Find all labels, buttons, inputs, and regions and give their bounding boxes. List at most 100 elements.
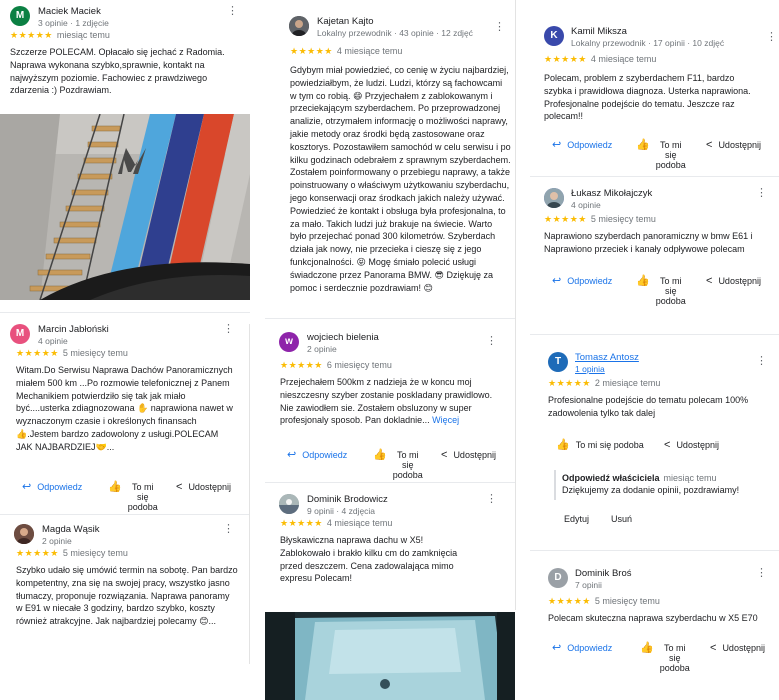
share-button[interactable]: < Udostępnij xyxy=(664,440,719,451)
share-button[interactable]: < Udostępnij xyxy=(441,450,496,461)
review-text: Naprawiono szyberdach panoramiczny w bmw… xyxy=(544,231,753,254)
share-button[interactable]: < Udostępnij xyxy=(176,482,231,493)
edit-button[interactable]: Edytuj xyxy=(564,514,589,524)
review-text: Szczerze POLECAM. Opłacało się jechać z … xyxy=(10,47,225,96)
divider xyxy=(0,514,250,515)
column-divider xyxy=(515,0,516,610)
share-button[interactable]: < Udostępnij xyxy=(710,643,765,654)
share-label: Udostępnij xyxy=(188,482,231,492)
like-button[interactable]: 👍 To mi się podoba xyxy=(556,440,644,451)
review-rating: ★★★★★ 4 miesiące temu xyxy=(265,46,515,60)
review-column-1: M Maciek Maciek 3 opinie · 1 zdjęcie ⋮ ★… xyxy=(0,0,250,700)
share-button[interactable]: < Udostępnij xyxy=(706,140,761,151)
like-button[interactable]: 👍 To mi się podoba xyxy=(636,276,686,307)
like-label: To mi się podoba xyxy=(392,450,423,480)
avatar[interactable] xyxy=(289,16,309,36)
share-label: Udostępnij xyxy=(722,643,765,653)
reviewer-meta: 4 opinie xyxy=(38,336,68,346)
reviewer-meta[interactable]: 1 opinia xyxy=(575,364,605,374)
star-rating: ★★★★★ xyxy=(290,46,333,56)
review-rating: ★★★★★ 4 miesiące temu xyxy=(265,518,515,532)
like-button[interactable]: 👍 To mi się podoba xyxy=(636,140,686,171)
more-vert-icon[interactable]: ⋮ xyxy=(766,32,777,43)
more-vert-icon[interactable]: ⋮ xyxy=(223,324,234,335)
like-button[interactable]: 👍 To mi się podoba xyxy=(640,643,690,674)
reviewer-name[interactable]: Łukasz Mikołajczyk xyxy=(571,188,652,199)
owner-response-date: miesiąc temu xyxy=(663,473,717,483)
review-rating: ★★★★★ 6 miesięcy temu xyxy=(265,360,515,374)
review-photo[interactable] xyxy=(0,114,250,300)
review-date: 6 miesięcy temu xyxy=(326,360,392,370)
reply-label: Odpowiedz xyxy=(302,450,348,460)
like-label: To mi się podoba xyxy=(575,440,644,450)
reviewer-name[interactable]: Maciek Maciek xyxy=(38,6,101,17)
share-icon: < xyxy=(664,439,671,451)
reviewer-name[interactable]: Kamil Miksza xyxy=(571,26,627,37)
review-header: T Tomasz Antosz 1 opinia ⋮ xyxy=(530,346,779,376)
reply-arrow-icon: ↩ xyxy=(287,449,297,461)
more-vert-icon[interactable]: ⋮ xyxy=(486,336,497,347)
reply-button[interactable]: ↩ Odpowiedz xyxy=(287,450,347,461)
review-card-kajetan: Kajetan Kajto Lokalny przewodnik · 43 op… xyxy=(265,10,515,294)
more-link[interactable]: Więcej xyxy=(432,415,459,425)
divider xyxy=(265,318,515,319)
avatar[interactable]: T xyxy=(548,352,568,372)
reply-button[interactable]: ↩ Odpowiedz xyxy=(552,276,612,287)
review-date: 5 miesięcy temu xyxy=(62,548,128,558)
more-vert-icon[interactable]: ⋮ xyxy=(494,22,505,33)
review-text: Polecam, problem z szyberdachem F11, bar… xyxy=(544,73,751,122)
more-vert-icon[interactable]: ⋮ xyxy=(756,188,767,199)
more-vert-icon[interactable]: ⋮ xyxy=(756,568,767,579)
like-button[interactable]: 👍 To mi się podoba xyxy=(108,481,158,513)
star-rating: ★★★★★ xyxy=(10,30,53,40)
like-label: To mi się podoba xyxy=(655,140,686,170)
avatar[interactable]: M xyxy=(10,6,30,26)
review-rating: ★★★★★ miesiąc temu xyxy=(0,30,250,44)
review-date: 2 miesiące temu xyxy=(594,378,661,388)
avatar[interactable] xyxy=(279,494,299,514)
more-vert-icon[interactable]: ⋮ xyxy=(227,6,238,17)
reviewer-name[interactable]: wojciech bielenia xyxy=(307,332,379,343)
avatar[interactable] xyxy=(544,188,564,208)
review-card-magda: Magda Wąsik 2 opinie ⋮ ★★★★★ 5 miesięcy t… xyxy=(0,518,250,628)
review-header: Łukasz Mikołajczyk 4 opinie ⋮ xyxy=(530,182,779,212)
like-label: To mi się podoba xyxy=(127,482,158,512)
reply-button[interactable]: ↩ Odpowiedz xyxy=(552,643,612,654)
share-label: Udostępnij xyxy=(718,276,761,286)
more-vert-icon[interactable]: ⋮ xyxy=(486,494,497,505)
reply-arrow-icon: ↩ xyxy=(552,275,562,287)
reviewer-name[interactable]: Marcin Jabłoński xyxy=(38,324,109,335)
reviewer-name[interactable]: Dominik Brodowicz xyxy=(307,494,388,505)
reviewer-name[interactable]: Kajetan Kajto xyxy=(317,16,374,27)
avatar[interactable]: M xyxy=(10,324,30,344)
review-rating: ★★★★★ 5 miesięcy temu xyxy=(0,548,250,562)
like-button[interactable]: 👍 To mi się podoba xyxy=(373,450,423,481)
review-date: 5 miesięcy temu xyxy=(62,348,128,358)
star-rating: ★★★★★ xyxy=(548,596,591,606)
more-vert-icon[interactable]: ⋮ xyxy=(223,524,234,535)
reply-arrow-icon: ↩ xyxy=(552,642,562,654)
review-header: Magda Wąsik 2 opinie ⋮ xyxy=(0,518,250,548)
thumb-up-icon: 👍 xyxy=(108,481,122,493)
review-header: w wojciech bielenia 2 opinie ⋮ xyxy=(265,326,515,356)
reply-button[interactable]: ↩ Odpowiedz xyxy=(552,140,612,151)
reviewer-name[interactable]: Dominik Broś xyxy=(575,568,632,579)
avatar[interactable]: K xyxy=(544,26,564,46)
review-header: Dominik Brodowicz 9 opinii · 4 zdjęcia ⋮ xyxy=(265,488,515,518)
review-photo[interactable] xyxy=(265,612,515,700)
share-button[interactable]: < Udostępnij xyxy=(706,276,761,287)
reviewer-meta: 2 opinie xyxy=(42,536,72,546)
avatar[interactable]: w xyxy=(279,332,299,352)
reply-button[interactable]: ↩ Odpowiedz xyxy=(22,482,82,493)
delete-button[interactable]: Usuń xyxy=(611,514,632,524)
divider xyxy=(530,334,779,335)
owner-response-actions: Edytuj Usuń xyxy=(530,514,779,524)
owner-response-header: Odpowiedź właściciela miesiąc temu xyxy=(562,472,779,484)
reply-label: Odpowiedz xyxy=(567,643,613,653)
reviewer-name[interactable]: Tomasz Antosz xyxy=(575,352,639,363)
avatar[interactable]: D xyxy=(548,568,568,588)
avatar[interactable] xyxy=(14,524,34,544)
more-vert-icon[interactable]: ⋮ xyxy=(756,356,767,367)
review-header: Kajetan Kajto Lokalny przewodnik · 43 op… xyxy=(265,10,515,40)
reviewer-name[interactable]: Magda Wąsik xyxy=(42,524,100,535)
